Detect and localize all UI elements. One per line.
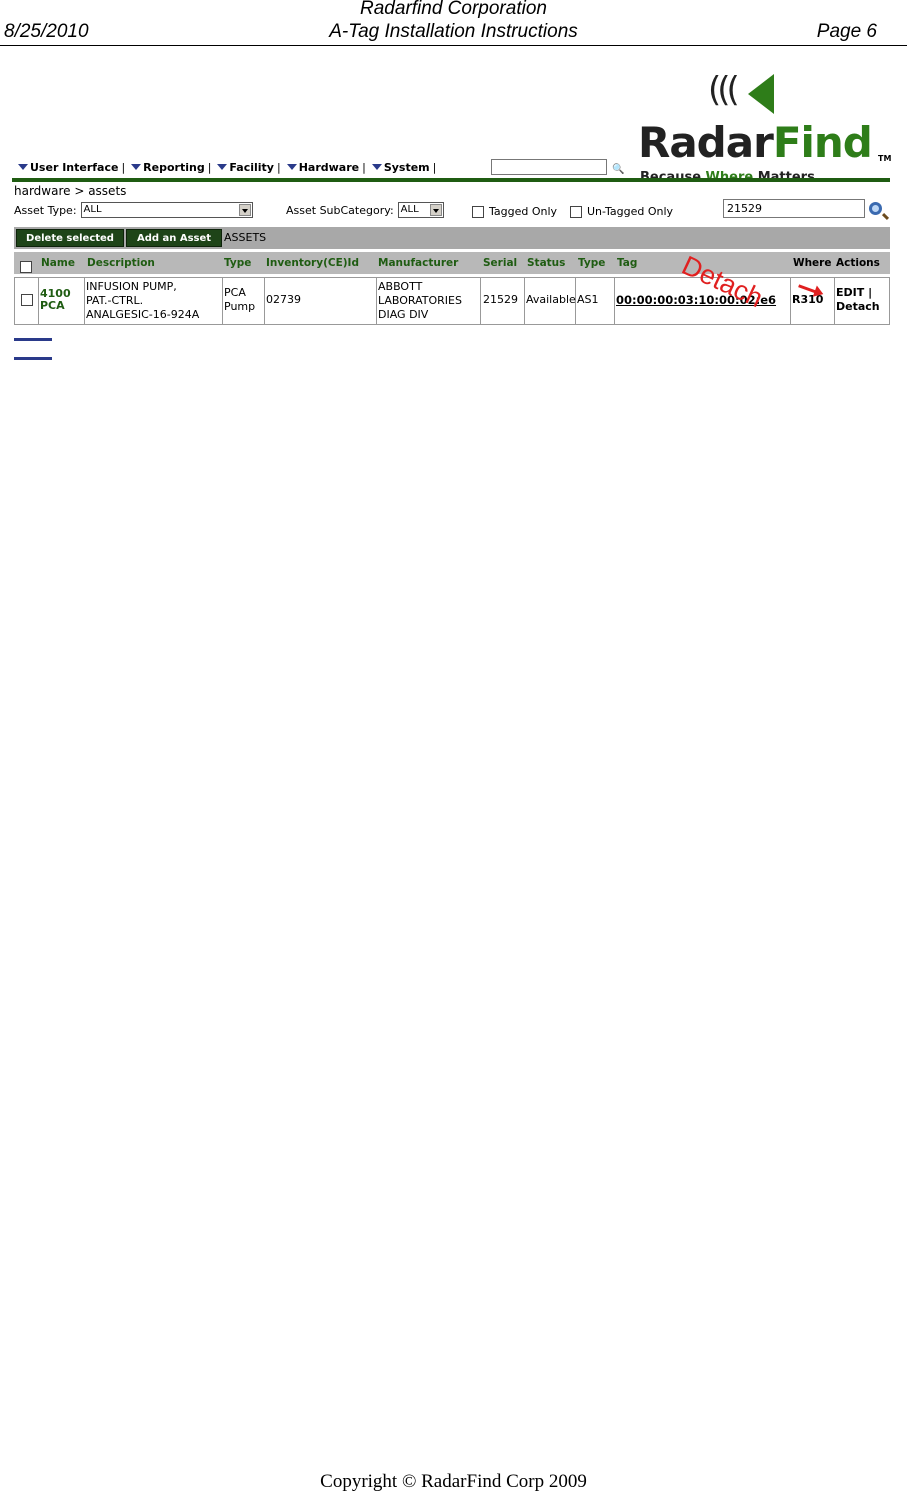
tagged-only-checkbox[interactable] xyxy=(472,205,484,218)
delete-selected-button[interactable]: Delete selected xyxy=(16,229,124,247)
asset-type: PCA Pump xyxy=(223,278,265,324)
row-actions: EDIT | Detach xyxy=(835,278,889,324)
signal-waves-icon: ((( xyxy=(708,70,740,110)
col-where[interactable]: Where xyxy=(793,257,831,269)
dropdown-triangle-icon xyxy=(131,163,142,170)
subcategory-filter: Asset SubCategory: ALL xyxy=(286,202,444,218)
asset-search-input[interactable]: 21529 xyxy=(723,199,865,218)
logo-trademark: TM xyxy=(878,154,892,163)
radarfind-logo: ((( RadarFind TM Because Where Matters xyxy=(638,68,892,185)
table-header: Name Description Type Inventory(CE)Id Ma… xyxy=(14,252,890,274)
col-tag[interactable]: Tag xyxy=(617,257,637,269)
subcategory-select[interactable]: ALL xyxy=(397,202,444,218)
menu-user-interface[interactable]: User Interface | xyxy=(18,161,125,174)
untagged-only-checkbox[interactable] xyxy=(570,205,582,218)
col-manufacturer[interactable]: Manufacturer xyxy=(378,257,458,269)
col-tag-type[interactable]: Type xyxy=(578,257,605,269)
col-status[interactable]: Status xyxy=(527,257,565,269)
pager-tabs xyxy=(14,326,96,360)
asset-type-filter: Asset Type: ALL xyxy=(14,202,253,218)
magnifier-icon[interactable] xyxy=(869,202,882,215)
menu-system[interactable]: System | xyxy=(371,161,436,174)
logo-arrow-icon xyxy=(748,74,774,114)
asset-serial: 21529 xyxy=(481,278,525,324)
col-inventory[interactable]: Inventory(CE)Id xyxy=(266,257,359,269)
detach-link[interactable]: Detach xyxy=(836,300,888,314)
page-footer: Copyright © RadarFind Corp 2009 xyxy=(320,1471,587,1492)
dropdown-triangle-icon xyxy=(18,163,28,170)
dropdown-triangle-icon xyxy=(371,163,382,170)
add-asset-button[interactable]: Add an Asset xyxy=(126,229,222,247)
asset-name-link[interactable]: 4100 PCA xyxy=(39,278,85,324)
screenshot-figure: ((( RadarFind TM Because Where Matters U… xyxy=(12,60,892,360)
assets-section-label: ASSETS xyxy=(224,231,267,244)
menu-reporting[interactable]: Reporting | xyxy=(131,161,211,174)
menu-hardware[interactable]: Hardware | xyxy=(286,161,366,174)
breadcrumb: hardware > assets xyxy=(14,184,127,198)
untagged-only-option[interactable]: Un-Tagged Only xyxy=(570,205,673,218)
page-number: Page 6 xyxy=(816,21,877,42)
search-icon[interactable]: 🔍 xyxy=(612,164,624,175)
asset-description: INFUSION PUMP, PAT.-CTRL. ANALGESIC-16-924… xyxy=(85,278,223,324)
tagged-only-option[interactable]: Tagged Only xyxy=(472,205,557,218)
pager-tab[interactable] xyxy=(14,338,52,341)
col-type[interactable]: Type xyxy=(224,257,251,269)
col-actions: Actions xyxy=(836,257,880,269)
global-search-input[interactable] xyxy=(491,159,607,175)
dropdown-triangle-icon xyxy=(286,163,297,170)
asset-manufacturer: ABBOTT LABORATORIES DIAG DIV xyxy=(377,278,481,324)
col-serial[interactable]: Serial xyxy=(483,257,517,269)
subcategory-label: Asset SubCategory: xyxy=(286,203,394,217)
logo-wordmark: RadarFind xyxy=(638,118,873,167)
asset-where: R310 xyxy=(791,278,835,324)
select-all-checkbox[interactable] xyxy=(20,261,32,273)
action-bar: Delete selected Add an Asset ASSETS xyxy=(14,227,890,249)
asset-type-label: Asset Type: xyxy=(14,203,77,217)
doc-title: A-Tag Installation Instructions xyxy=(329,21,578,42)
pager-tab[interactable] xyxy=(14,357,52,360)
asset-inventory-id: 02739 xyxy=(265,278,377,324)
edit-link[interactable]: EDIT | xyxy=(836,286,888,300)
header-divider xyxy=(12,178,890,182)
asset-type-select[interactable]: ALL xyxy=(80,202,253,218)
company-name: Radarfind Corporation xyxy=(360,0,547,19)
col-description[interactable]: Description xyxy=(87,257,155,269)
col-name[interactable]: Name xyxy=(41,257,75,269)
asset-tag-type: AS1 xyxy=(576,278,615,324)
dropdown-triangle-icon xyxy=(217,163,228,170)
row-checkbox[interactable] xyxy=(21,294,33,306)
chevron-down-icon xyxy=(238,204,251,216)
main-menu: User Interface | Reporting | Facility | Har… xyxy=(18,161,442,174)
asset-status: Available xyxy=(525,278,576,324)
menu-facility[interactable]: Facility | xyxy=(217,161,281,174)
page-header: Radarfind Corporation 8/25/2010 A-Tag In… xyxy=(0,0,907,46)
chevron-down-icon xyxy=(429,204,442,216)
